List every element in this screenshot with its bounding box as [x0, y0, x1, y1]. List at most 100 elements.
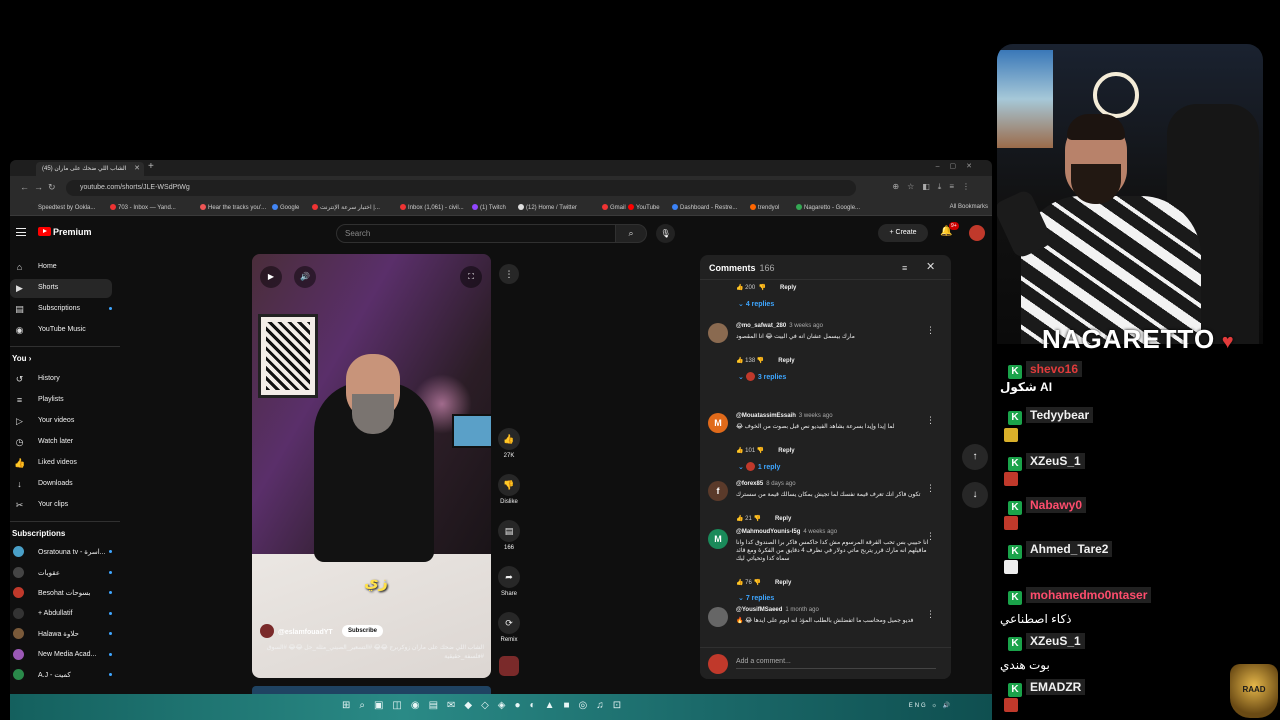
like-icon[interactable]: 👍	[736, 285, 743, 291]
commenter-avatar[interactable]: M	[708, 529, 728, 549]
subscribe-button[interactable]: Subscribe	[342, 625, 384, 637]
sidebar-item-home[interactable]: ⌂ Home	[10, 258, 112, 277]
dislike-icon[interactable]: 👎	[752, 516, 760, 522]
search-icon[interactable]: ⌕	[615, 224, 647, 243]
chat-username[interactable]: mohamedmo0ntaser	[1026, 587, 1152, 603]
subscription-item[interactable]: A.J - كميت	[10, 666, 112, 685]
youtube-logo[interactable]: Premium	[38, 227, 92, 237]
bookmark-item[interactable]: (12) Home / Twitter	[518, 204, 577, 211]
dislike-icon[interactable]: 👎	[755, 358, 764, 364]
replies-toggle[interactable]: ⌄ 1 reply	[738, 462, 780, 471]
subscription-item[interactable]: New Media Acad...	[10, 646, 112, 665]
chat-username[interactable]: shevo16	[1026, 361, 1083, 377]
bookmark-item[interactable]: Google	[272, 204, 299, 211]
commenter-avatar[interactable]	[708, 323, 728, 343]
sound-avatar[interactable]	[499, 656, 519, 676]
create-button[interactable]: + Create	[878, 224, 928, 242]
all-bookmarks[interactable]: All Bookmarks	[950, 204, 988, 210]
channel-info[interactable]: @eslamfouadYT	[260, 624, 333, 638]
bookmark-item[interactable]: YouTube	[628, 204, 660, 211]
new-tab-icon[interactable]: +	[148, 161, 154, 172]
sidebar-item-your-clips[interactable]: ✂ Your clips	[10, 496, 112, 515]
commenter-avatar[interactable]: f	[708, 481, 728, 501]
comments-button[interactable]: ▤ 166	[495, 520, 523, 551]
system-tray[interactable]: ENG ☼ 🔊	[909, 702, 952, 709]
bookmark-item[interactable]: Hear the tracks you'...	[200, 204, 266, 211]
reply-button[interactable]: Reply	[775, 580, 791, 586]
like-icon[interactable]: 👍	[736, 580, 745, 586]
dislike-icon[interactable]: 👎	[752, 580, 760, 586]
like-icon[interactable]: 👍	[736, 448, 745, 454]
more-options-icon[interactable]: ⋮	[499, 264, 519, 284]
subscription-item[interactable]: Halawa حلاوة	[10, 625, 112, 644]
volume-icon[interactable]: 🔊	[294, 266, 316, 288]
sidebar-item-youtube-music[interactable]: ◉ YouTube Music	[10, 321, 112, 340]
account-avatar[interactable]	[969, 225, 985, 241]
browser-tab[interactable]: (45) الشاب اللي ضحك على ماران ✕	[36, 162, 144, 176]
sidebar-item-shorts[interactable]: ▶ Shorts	[10, 279, 112, 298]
back-icon[interactable]: ←	[20, 182, 29, 192]
sidebar-item-your-videos[interactable]: ▷ Your videos	[10, 412, 112, 431]
sidebar-item-playlists[interactable]: ≡ Playlists	[10, 391, 112, 410]
sidebar-item-liked-videos[interactable]: 👍 Liked videos	[10, 454, 112, 473]
like-icon[interactable]: 👍	[736, 358, 745, 364]
reply-button[interactable]: Reply	[778, 358, 794, 364]
sidebar-item-watch-later[interactable]: ◷ Watch later	[10, 433, 112, 452]
comment-author[interactable]: @MahmoudYounis-I5g 4 weeks ago	[736, 529, 837, 535]
chat-username[interactable]: Ahmed_Tare2	[1026, 541, 1113, 557]
microphone-icon[interactable]: 🎙	[656, 224, 675, 243]
comment-author[interactable]: @MouatassimEssaih 3 weeks ago	[736, 413, 833, 419]
chat-username[interactable]: XZeuS_1	[1026, 453, 1085, 469]
play-icon[interactable]: ▶	[260, 266, 282, 288]
reply-button[interactable]: Reply	[780, 285, 796, 291]
close-icon[interactable]: ✕	[926, 260, 935, 273]
commenter-avatar[interactable]	[708, 607, 728, 627]
bookmark-item[interactable]: trendyol	[750, 204, 779, 211]
dislike-icon[interactable]: 👎	[759, 285, 766, 291]
comment-author[interactable]: @mo_safwat_280 3 weeks ago	[736, 323, 823, 329]
tab-close-icon[interactable]: ✕	[134, 164, 140, 172]
forward-icon[interactable]: →	[34, 182, 43, 192]
replies-toggle[interactable]: ⌄ 3 replies	[738, 372, 786, 381]
bookmark-item[interactable]: اختبار سرعة الإنترنت |...	[312, 204, 380, 211]
subscription-item[interactable]: Besohat بسوحات	[10, 584, 112, 603]
next-short-icon[interactable]: ↓	[962, 482, 988, 508]
comment-author[interactable]: @YousifMSaeed 1 month ago	[736, 607, 819, 613]
bookmark-item[interactable]: Dashboard - Restre...	[672, 204, 737, 211]
sidebar-item-subscriptions[interactable]: ▤ Subscriptions	[10, 300, 112, 319]
shorts-video[interactable]: زي ▶ 🔊 ⛶ @eslamfouadYT Subscribe الشاب ا…	[252, 254, 491, 678]
bookmark-item[interactable]: (1) Twitch	[472, 204, 506, 211]
chat-username[interactable]: EMADZR	[1026, 679, 1086, 695]
url-field[interactable]: youtube.com/shorts/JLE-WSdPtWg	[66, 180, 856, 196]
search-input[interactable]: Search	[336, 224, 616, 243]
sidebar-you-heading[interactable]: You ›	[12, 354, 31, 363]
chat-username[interactable]: Tedyybear	[1026, 407, 1094, 423]
like-button[interactable]: 👍 27K	[495, 428, 523, 459]
commenter-avatar[interactable]: M	[708, 413, 728, 433]
dislike-button[interactable]: 👎 Dislike	[495, 474, 523, 505]
sidebar-item-history[interactable]: ↺ History	[10, 370, 112, 389]
subscription-item[interactable]: عقوبات	[10, 564, 112, 583]
bookmark-item[interactable]: 703 - Inbox — Yand...	[110, 204, 176, 211]
previous-short-icon[interactable]: ↑	[962, 444, 988, 470]
taskbar-apps[interactable]: ⊞⌕▣◫◉▤✉◆◇◈●◐▲■◎♫⊡	[342, 700, 630, 711]
bookmark-item[interactable]: Inbox (1,061) - civil...	[400, 204, 464, 211]
browser-toolbar-icons[interactable]: ⊕☆◧⤓≡⋮	[892, 182, 978, 192]
sort-icon[interactable]: ≡	[902, 263, 907, 273]
reply-button[interactable]: Reply	[778, 448, 794, 454]
add-comment-input[interactable]: Add a comment...	[736, 658, 936, 669]
bookmark-item[interactable]: Gmail	[602, 204, 626, 211]
comment-author[interactable]: @forex85 8 days ago	[736, 481, 796, 487]
bookmark-item[interactable]: Speedtest by Ookla...	[30, 204, 95, 211]
remix-button[interactable]: ⟳ Remix	[495, 612, 523, 643]
replies-toggle[interactable]: ⌄ 4 replies	[738, 300, 774, 308]
reply-button[interactable]: Reply	[775, 516, 791, 522]
chat-username[interactable]: XZeuS_1	[1026, 633, 1085, 649]
fullscreen-icon[interactable]: ⛶	[460, 266, 482, 288]
replies-toggle[interactable]: ⌄ 7 replies	[738, 594, 774, 602]
share-button[interactable]: ➦ Share	[495, 566, 523, 597]
sidebar-item-downloads[interactable]: ↓ Downloads	[10, 475, 112, 494]
subscription-item[interactable]: Osratouna tv - اسرة...	[10, 543, 112, 562]
like-icon[interactable]: 👍	[736, 516, 745, 522]
reload-icon[interactable]: ↻	[48, 182, 56, 193]
